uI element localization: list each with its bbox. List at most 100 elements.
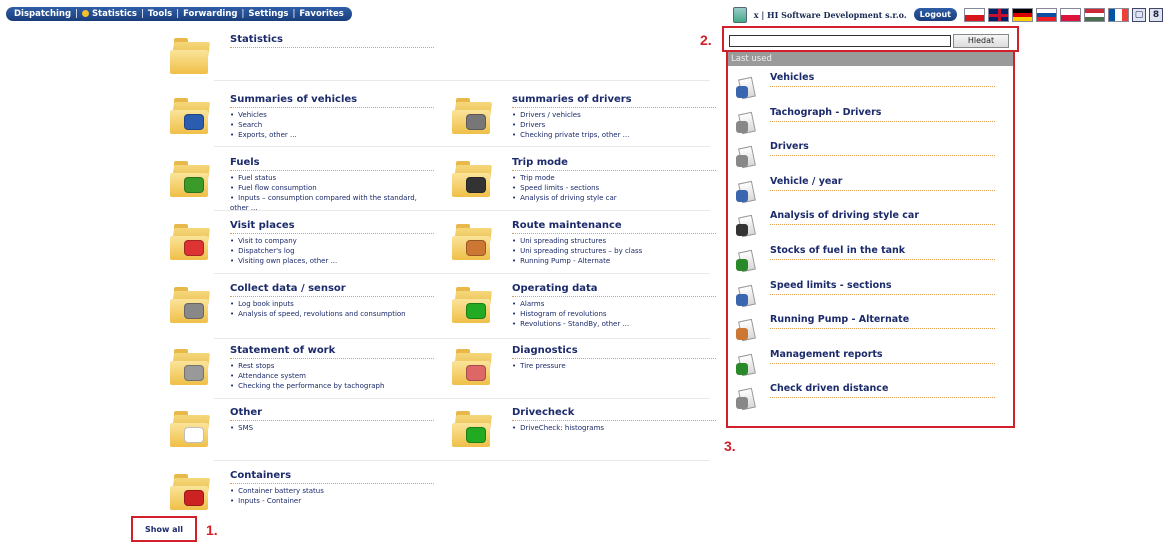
section-link[interactable]: Trip mode: [512, 173, 712, 183]
checkmark-icon: [169, 224, 214, 268]
section-link[interactable]: Drivers / vehicles: [512, 110, 712, 120]
section-links: DriveCheck: histograms: [512, 423, 712, 433]
last-used-item[interactable]: Stocks of fuel in the tank: [728, 245, 1013, 275]
section-title[interactable]: Diagnostics: [512, 345, 716, 359]
section-title[interactable]: Trip mode: [512, 157, 716, 171]
callout-2: 2.: [700, 32, 712, 48]
search-input[interactable]: [729, 35, 951, 47]
section-title[interactable]: Fuels: [230, 157, 434, 171]
section-link[interactable]: Inputs - Container: [230, 496, 430, 506]
last-used-label[interactable]: Check driven distance: [770, 383, 995, 399]
section-link[interactable]: Uni spreading structures – by class: [512, 246, 712, 256]
section-title[interactable]: Summaries of vehicles: [230, 94, 434, 108]
section-links: Drivers / vehiclesDriversChecking privat…: [512, 110, 712, 140]
section-link[interactable]: Attendance system: [230, 371, 430, 381]
blank-page-icon: [169, 411, 214, 455]
section-link[interactable]: Checking the performance by tachograph: [230, 381, 430, 391]
section-link[interactable]: Checking private trips, other ...: [512, 130, 712, 140]
spreadsheet-icon: [169, 287, 214, 331]
section-link[interactable]: Rest stops: [230, 361, 430, 371]
divider: [214, 273, 710, 274]
last-used-item[interactable]: Drivers: [728, 141, 1013, 171]
statistics-title[interactable]: Statistics: [230, 34, 434, 48]
document-icon[interactable]: ▢: [1132, 7, 1146, 22]
section-links: VehiclesSearchExports, other ...: [230, 110, 430, 140]
flag-de-icon[interactable]: [1012, 7, 1033, 22]
last-used-item[interactable]: Vehicles: [728, 72, 1013, 102]
section-title[interactable]: summaries of drivers: [512, 94, 716, 108]
nav-tools[interactable]: Tools: [148, 9, 172, 19]
flag-cz-icon[interactable]: [964, 7, 985, 22]
user-icon[interactable]: [732, 6, 747, 23]
show-all-button[interactable]: Show all: [131, 516, 197, 542]
flag-fr-icon[interactable]: [1108, 7, 1129, 22]
tachograph-icon: [736, 111, 758, 137]
container-icon: [169, 474, 214, 518]
section-link[interactable]: Alarms: [512, 299, 712, 309]
nav-forwarding[interactable]: Forwarding: [183, 9, 237, 19]
section-title[interactable]: Other: [230, 407, 434, 421]
section-link[interactable]: Tire pressure: [512, 361, 712, 371]
nav-favorites[interactable]: Favorites: [299, 9, 343, 19]
last-used-label[interactable]: Stocks of fuel in the tank: [770, 245, 995, 260]
section-title[interactable]: Operating data: [512, 283, 716, 297]
nav-settings[interactable]: Settings: [248, 9, 288, 19]
last-used-item[interactable]: Tachograph - Drivers: [728, 107, 1013, 137]
last-used-item[interactable]: Management reports: [728, 349, 1013, 379]
section-title[interactable]: Containers: [230, 470, 434, 484]
section-link[interactable]: Running Pump - Alternate: [512, 256, 712, 266]
last-used-item[interactable]: Speed limits - sections: [728, 280, 1013, 310]
last-used-label[interactable]: Analysis of driving style car: [770, 210, 995, 226]
last-used-item[interactable]: Running Pump - Alternate: [728, 314, 1013, 344]
section-title[interactable]: Route maintenance: [512, 220, 716, 234]
section-link[interactable]: Fuel status: [230, 173, 430, 183]
section-links: Fuel statusFuel flow consumptionInputs –…: [230, 173, 430, 213]
nav-dispatching[interactable]: Dispatching: [14, 9, 71, 19]
section-title[interactable]: Statement of work: [230, 345, 434, 359]
last-used-item[interactable]: Analysis of driving style car: [728, 210, 1013, 240]
section-link[interactable]: SMS: [230, 423, 430, 433]
last-used-label[interactable]: Management reports: [770, 349, 995, 364]
divider: [214, 210, 710, 211]
section-link[interactable]: Dispatcher's log: [230, 246, 430, 256]
section-link[interactable]: Revolutions - StandBy, other ...: [512, 319, 712, 329]
car-icon: [736, 284, 758, 310]
section-link[interactable]: Fuel flow consumption: [230, 183, 430, 193]
flag-sk-icon[interactable]: [1036, 7, 1057, 22]
flag-hu-icon[interactable]: [1084, 7, 1105, 22]
last-used-label[interactable]: Vehicles: [770, 72, 995, 87]
last-used-label[interactable]: Speed limits - sections: [770, 280, 995, 295]
section-title[interactable]: Visit places: [230, 220, 434, 234]
tachograph-icon: [451, 98, 496, 142]
section-link[interactable]: Container battery status: [230, 486, 430, 496]
section-title[interactable]: Drivecheck: [512, 407, 716, 421]
section-title[interactable]: Collect data / sensor: [230, 283, 434, 297]
flag-uk-icon[interactable]: [988, 7, 1009, 22]
section-link[interactable]: Uni spreading structures: [512, 236, 712, 246]
flag-pl-icon[interactable]: [1060, 7, 1081, 22]
address-book-icon[interactable]: 8: [1149, 7, 1163, 22]
last-used-label[interactable]: Vehicle / year: [770, 176, 995, 191]
section-link[interactable]: Drivers: [512, 120, 712, 130]
last-used-label[interactable]: Running Pump - Alternate: [770, 314, 995, 330]
section-link[interactable]: Visit to company: [230, 236, 430, 246]
section-link[interactable]: Analysis of driving style car: [512, 193, 712, 203]
section-links: Tire pressure: [512, 361, 712, 371]
last-used-label[interactable]: Tachograph - Drivers: [770, 107, 995, 122]
section-link[interactable]: Analysis of speed, revolutions and consu…: [230, 309, 430, 319]
section-link[interactable]: DriveCheck: histograms: [512, 423, 712, 433]
section-link[interactable]: Log book inputs: [230, 299, 430, 309]
last-used-item[interactable]: Check driven distance: [728, 383, 1013, 413]
section-link[interactable]: Histogram of revolutions: [512, 309, 712, 319]
logout-button[interactable]: Logout: [913, 8, 957, 21]
last-used-item[interactable]: Vehicle / year: [728, 176, 1013, 206]
section-link[interactable]: Exports, other ...: [230, 130, 430, 140]
section-link[interactable]: Visiting own places, other ...: [230, 256, 430, 266]
section-link[interactable]: Search: [230, 120, 430, 130]
search-button[interactable]: Hledat: [953, 34, 1009, 48]
fuel-can-icon: [169, 161, 214, 205]
section-link[interactable]: Vehicles: [230, 110, 430, 120]
last-used-label[interactable]: Drivers: [770, 141, 995, 157]
section-link[interactable]: Speed limits - sections: [512, 183, 712, 193]
nav-statistics[interactable]: Statistics: [81, 9, 137, 19]
